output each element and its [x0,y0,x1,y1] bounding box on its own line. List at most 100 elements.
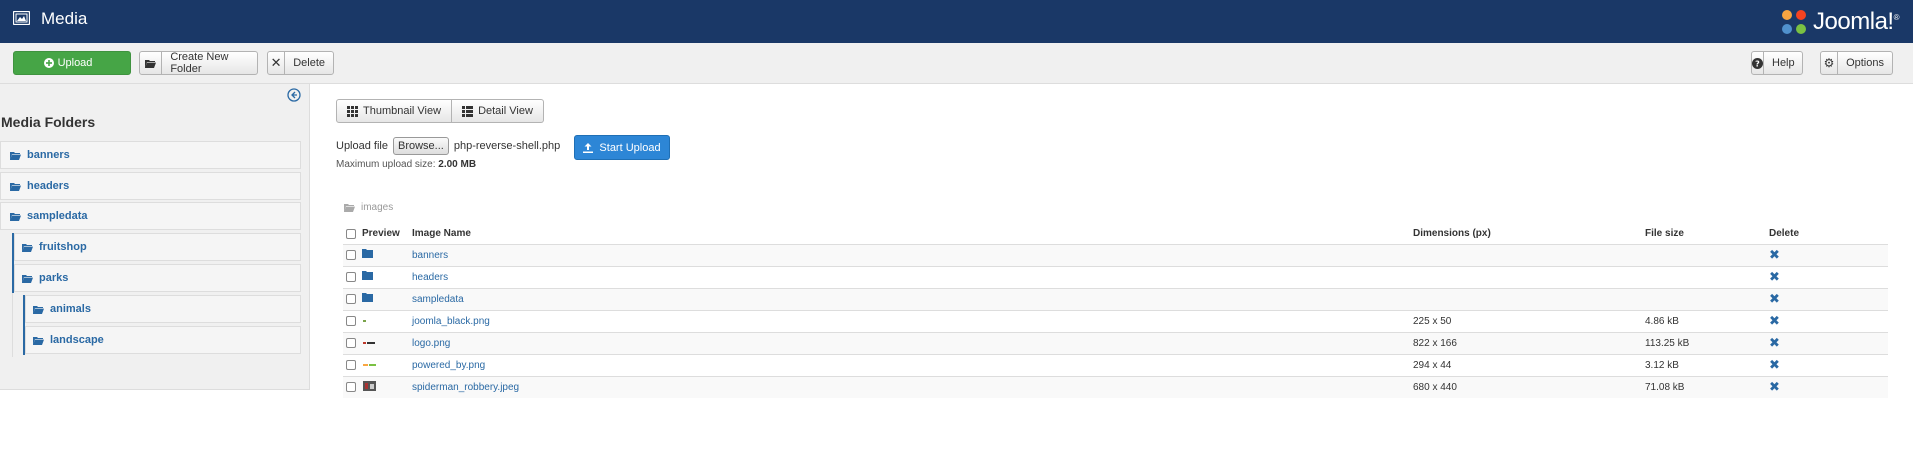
create-folder-label: Create New Folder [170,51,229,75]
table-row: banners ✖ [343,243,1888,266]
folder-open-icon [10,212,21,221]
delete-x-icon[interactable]: ✖ [1769,247,1780,262]
image-name-cell: headers [409,265,1410,288]
thumbnail-view-button[interactable]: Thumbnail View [336,99,453,123]
delete-cell: ✖ [1766,375,1888,398]
folder-label: parks [39,272,69,284]
folder-item-banners[interactable]: banners [0,141,301,169]
row-select-cell [343,287,359,310]
row-checkbox[interactable] [346,249,356,260]
file-link[interactable]: logo.png [412,338,450,349]
file-link[interactable]: banners [412,250,448,261]
file-link[interactable]: headers [412,272,448,283]
tree-indent-line [12,293,13,357]
delete-x-icon[interactable]: ✖ [1769,357,1780,372]
plus-circle-icon [43,58,54,68]
preview-header: Preview [359,224,409,245]
start-upload-button[interactable]: Start Upload [574,135,670,160]
delete-x-icon[interactable]: ✖ [1769,379,1780,394]
table-row: joomla_black.png 225 x 50 4.86 kB ✖ [343,309,1888,332]
joomla-logo[interactable]: Joomla!® [1779,5,1900,39]
dimensions-cell [1410,243,1642,266]
selected-file-name: php-reverse-shell.php [453,140,561,152]
help-button[interactable]: ? Help [1751,51,1803,75]
delete-button[interactable]: ✕ Delete [267,51,334,75]
folder-open-icon [10,151,21,160]
folder-item-parks[interactable]: parks [14,264,301,292]
folder-label: banners [27,149,70,161]
image-name-cell: logo.png [409,331,1410,354]
list-icon [462,105,474,117]
preview-cell [359,331,409,354]
preview-cell [359,353,409,376]
image-thumbnail[interactable] [362,380,378,391]
close-icon: ✕ [268,52,286,74]
image-thumbnail[interactable] [362,340,378,346]
create-folder-button[interactable]: Create New Folder [139,51,258,75]
folder-item-landscape[interactable]: landscape [25,326,301,354]
file-size-cell [1642,265,1766,288]
image-thumbnail[interactable] [362,318,378,324]
delete-label: Delete [293,57,325,69]
file-size-cell: 3.12 kB [1642,353,1766,376]
row-checkbox[interactable] [346,293,356,304]
folder-open-icon [22,243,33,252]
file-link[interactable]: joomla_black.png [412,316,490,327]
row-checkbox[interactable] [346,315,356,326]
collapse-sidebar-icon[interactable] [287,88,301,102]
breadcrumb-current: images [361,202,394,213]
folder-label: fruitshop [39,241,87,253]
gear-icon: ⚙ [1821,52,1839,74]
folder-icon[interactable] [362,249,373,258]
page-title: Media [41,9,88,28]
row-select-cell [343,331,359,354]
delete-x-icon[interactable]: ✖ [1769,269,1780,284]
folder-item-fruitshop[interactable]: fruitshop [14,233,301,261]
delete-cell: ✖ [1766,243,1888,266]
file-link[interactable]: powered_by.png [412,360,485,371]
preview-cell [359,265,409,288]
delete-x-icon[interactable]: ✖ [1769,335,1780,350]
folder-open-icon [140,52,163,74]
dimensions-cell [1410,265,1642,288]
image-thumbnail[interactable] [362,362,378,368]
row-checkbox[interactable] [346,271,356,282]
folder-icon[interactable] [362,293,373,302]
delete-cell: ✖ [1766,331,1888,354]
file-link[interactable]: spiderman_robbery.jpeg [412,382,519,393]
folder-open-icon [344,204,355,212]
view-toggle: Thumbnail View Detail View [336,99,544,123]
delete-x-icon[interactable]: ✖ [1769,313,1780,328]
browse-button[interactable]: Browse... [392,137,449,155]
upload-button[interactable]: Upload [13,51,131,75]
row-checkbox[interactable] [346,382,356,393]
dimensions-cell [1410,287,1642,310]
dimensions-cell: 294 x 44 [1410,353,1642,376]
file-size-cell: 71.08 kB [1642,375,1766,398]
delete-cell: ✖ [1766,265,1888,288]
select-all-checkbox[interactable] [346,228,356,239]
folder-icon[interactable] [362,271,373,280]
detail-view-button[interactable]: Detail View [452,99,544,123]
image-name-cell: powered_by.png [409,353,1410,376]
folder-item-headers[interactable]: headers [0,172,301,200]
question-icon: ? [1752,52,1764,74]
delete-cell: ✖ [1766,287,1888,310]
image-name-cell: joomla_black.png [409,309,1410,332]
row-checkbox[interactable] [346,359,356,370]
folder-open-icon [33,305,44,314]
row-select-cell [343,243,359,266]
file-link[interactable]: sampledata [412,294,464,305]
table-row: sampledata ✖ [343,287,1888,310]
row-checkbox[interactable] [346,337,356,348]
row-select-cell [343,265,359,288]
thumbnail-view-label: Thumbnail View [363,105,442,117]
folder-item-animals[interactable]: animals [25,295,301,323]
delete-x-icon[interactable]: ✖ [1769,291,1780,306]
folder-item-sampledata[interactable]: sampledata [0,202,301,230]
preview-cell [359,309,409,332]
logo-text: Joomla!® [1813,8,1899,35]
dimensions-cell: 225 x 50 [1410,309,1642,332]
delete-cell: ✖ [1766,353,1888,376]
options-button[interactable]: ⚙ Options [1820,51,1893,75]
